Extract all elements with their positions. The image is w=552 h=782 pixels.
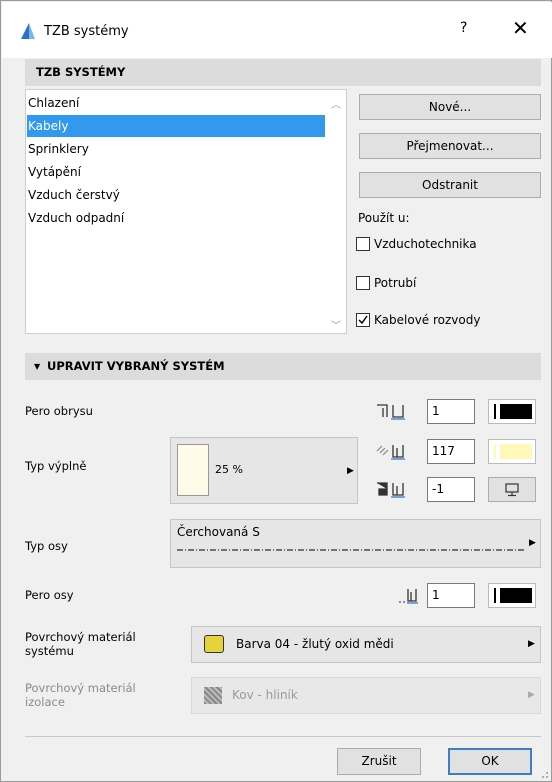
fill-foreground-pen-field[interactable]: 117 (427, 439, 475, 464)
chevron-right-icon: ▶ (347, 466, 354, 476)
fill-foreground-color-button[interactable] (488, 439, 536, 464)
insulation-material-label: Povrchový materiál izolace (25, 681, 136, 709)
fill-type-label: Typ výplně (25, 459, 87, 473)
rename-button[interactable]: Přejmenovat... (359, 133, 541, 159)
list-item[interactable]: Chlazení (27, 92, 325, 114)
contour-pen-swatch (500, 404, 532, 419)
title-bar: TZB systémy ? ✕ (2, 2, 552, 58)
ok-button[interactable]: OK (448, 748, 532, 775)
fill-type-dropdown[interactable]: 25 % ▶ (170, 437, 358, 504)
collapse-arrow-icon: ▼ (34, 362, 41, 371)
list-item[interactable]: Sprinklery (27, 138, 325, 160)
material-color-swatch (204, 635, 224, 653)
insulation-material-label-line2: izolace (25, 695, 65, 709)
new-button[interactable]: Nové... (359, 94, 541, 120)
checkbox-potrubi[interactable] (356, 276, 370, 290)
fill-foreground-swatch (500, 444, 532, 459)
checkmark-icon (358, 315, 368, 325)
contour-pen-color-button[interactable] (488, 399, 536, 424)
scroll-up-icon[interactable]: ︿ (331, 96, 341, 111)
system-material-dropdown[interactable]: Barva 04 - žlutý oxid mědi ▶ (191, 626, 541, 663)
axis-pen-field[interactable]: 1 (427, 583, 475, 608)
scroll-down-icon[interactable]: ﹀ (331, 317, 341, 332)
systems-section-header[interactable]: TZB SYSTÉMY (25, 59, 541, 86)
dialog-window: TZB systémy ? ✕ TZB SYSTÉMY Chlazení Kab… (0, 0, 552, 782)
dash-dot-line-preview (177, 549, 525, 551)
contour-pen-field[interactable]: 1 (427, 399, 475, 424)
insulation-material-dropdown[interactable]: Kov - hliník ▶ (191, 677, 541, 714)
edit-section-title: UPRAVIT VYBRANÝ SYSTÉM (47, 359, 225, 373)
resize-grip-icon[interactable] (539, 769, 549, 779)
axis-type-dropdown[interactable]: Čerchovaná S ▶ (170, 519, 541, 568)
system-material-value: Barva 04 - žlutý oxid mědi (236, 637, 394, 651)
axis-type-value: Čerchovaná S (177, 525, 260, 539)
system-material-label: Povrchový materiál systému (25, 630, 136, 658)
checkbox-label: Kabelové rozvody (374, 313, 481, 327)
window-title: TZB systémy (44, 24, 129, 39)
checkbox-vzduchotechnika[interactable] (356, 237, 370, 251)
system-material-label-line1: Povrchový materiál (25, 630, 136, 644)
fill-foreground-pen-icon (376, 445, 405, 460)
checkbox-label: Vzduchotechnika (374, 237, 477, 251)
list-item[interactable]: Vytápění (27, 161, 325, 183)
metal-texture-swatch (204, 687, 222, 704)
insulation-material-label-line1: Povrchový materiál (25, 681, 136, 695)
contour-pen-label: Pero obrysu (25, 404, 93, 418)
monitor-icon (505, 483, 519, 497)
close-button[interactable]: ✕ (512, 16, 529, 40)
use-for-label: Použít u: (358, 211, 410, 225)
list-item[interactable]: Vzduch odpadní (27, 207, 325, 229)
footer-divider (25, 736, 541, 737)
axis-type-label: Typ osy (25, 539, 68, 553)
checkbox-kabelove-rozvody[interactable] (356, 313, 370, 327)
axis-pen-color-button[interactable] (488, 583, 536, 608)
fill-pattern-swatch (177, 444, 209, 496)
cancel-button[interactable]: Zrušit (337, 748, 421, 775)
fill-background-pen-field[interactable]: -1 (427, 477, 475, 502)
insulation-material-value: Kov - hliník (232, 688, 298, 702)
systems-list[interactable]: Chlazení Kabely Sprinklery Vytápění Vzdu… (25, 89, 347, 334)
delete-button[interactable]: Odstranit (359, 172, 541, 198)
background-options-button[interactable] (488, 477, 536, 502)
edit-section-header[interactable]: ▼ UPRAVIT VYBRANÝ SYSTÉM (25, 353, 541, 380)
list-item-selected[interactable]: Kabely (27, 115, 325, 137)
app-logo-icon (21, 23, 35, 39)
checkbox-label: Potrubí (374, 276, 417, 290)
axis-pen-label: Pero osy (25, 588, 74, 602)
chevron-right-icon: ▶ (528, 690, 535, 700)
chevron-right-icon: ▶ (529, 538, 536, 548)
axis-pen-swatch (500, 588, 532, 603)
contour-pen-icon (377, 404, 405, 420)
axis-pen-icon (399, 589, 418, 604)
system-material-label-line2: systému (25, 644, 74, 658)
chevron-right-icon: ▶ (528, 639, 535, 649)
fill-background-pen-icon (377, 482, 405, 498)
help-button[interactable]: ? (460, 20, 467, 36)
list-item[interactable]: Vzduch čerstvý (27, 184, 325, 206)
fill-pattern-value: 25 % (215, 463, 243, 476)
